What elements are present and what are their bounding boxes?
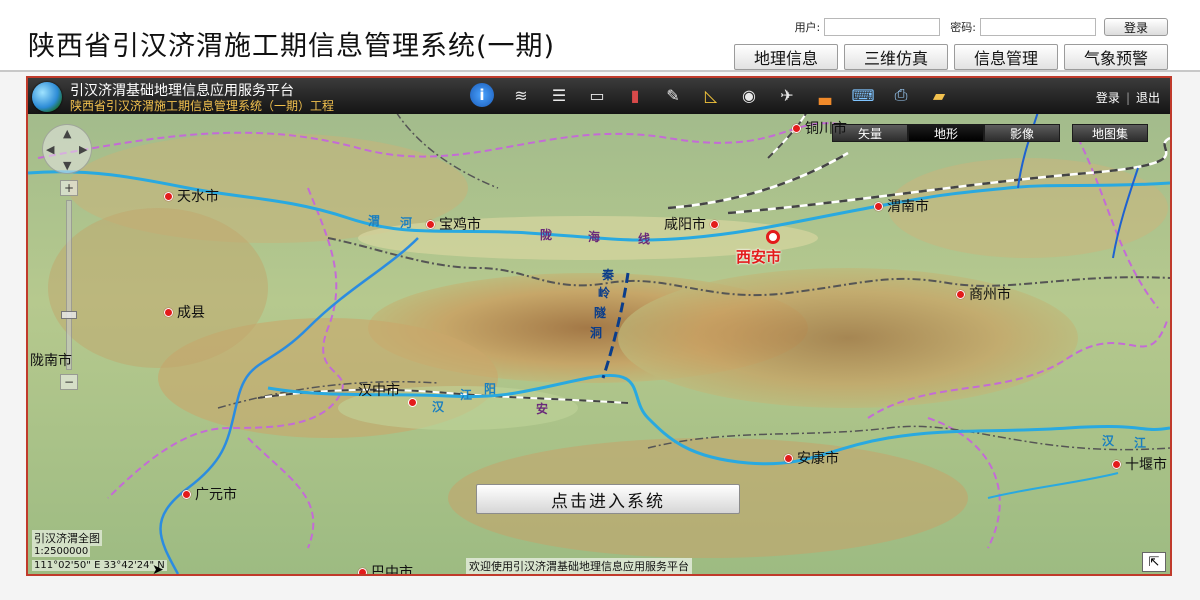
city-bazhong[interactable]: 巴中市 [358,562,413,574]
river-label: 阳 [484,382,497,396]
city-marker-icon [1112,459,1121,469]
city-hanzhong[interactable]: 汉中市 [358,380,400,400]
city-shiyan[interactable]: 十堰市 [1112,454,1167,474]
pan-control[interactable]: ▲ ▼ ◀ ▶ [42,124,92,174]
zoom-slider-handle[interactable] [61,311,77,319]
pan-left-icon[interactable]: ◀ [46,143,54,156]
header: 陕西省引汉济渭施工期信息管理系统(一期) 用户: 密码: 登录 地理信息 三维仿… [0,0,1200,72]
layer-switch: 矢量 地形 影像 [832,124,1060,142]
city-marker-icon [358,567,367,574]
page: 陕西省引汉济渭施工期信息管理系统(一期) 用户: 密码: 登录 地理信息 三维仿… [0,0,1200,600]
expand-icon[interactable]: ⇱ [1142,552,1166,572]
map-collection-button[interactable]: 地图集 [1072,124,1148,142]
map-login-link[interactable]: 登录 [1096,89,1120,106]
mouse-cursor-icon: ➤ [152,562,164,576]
tool-icons: i ≋ ☰ ▭ ▮ ✎ ◺ ◉ ✈ ▃ ⌨ ⎙ ▰ [470,83,952,107]
system-title: 陕西省引汉济渭施工期信息管理系统(一期) [28,31,556,62]
nav-tabs: 地理信息 三维仿真 信息管理 气象预警 [734,44,1168,70]
map-frame: 引汉济渭基础地理信息应用服务平台 陕西省引汉济渭施工期信息管理系统（一期）工程 … [26,76,1172,576]
scale-readout: 1:2500000 [32,546,91,557]
city-xianyang[interactable]: 咸阳市 [664,214,723,234]
welcome-message: 欢迎使用引汉济渭基础地理信息应用服务平台 [466,558,692,574]
layers-icon[interactable]: ≋ [508,83,534,107]
map-logout-link[interactable]: 退出 [1136,89,1160,106]
river-label: 江 [460,388,473,402]
book-icon[interactable]: ▮ [622,83,648,107]
tunnel-label: 岭 [598,286,611,300]
zoom-in-button[interactable]: + [60,180,78,196]
city-marker-icon [792,123,801,133]
tunnel-label: 隧 [594,306,607,320]
tab-geo-info[interactable]: 地理信息 [734,44,838,70]
city-tianshui[interactable]: 天水市 [164,186,219,206]
header-divider [0,70,1200,72]
list-icon[interactable]: ☰ [546,83,572,107]
city-tongchuan[interactable]: 铜川市 [792,118,847,138]
city-marker-icon [164,191,173,201]
user-label: 用户: [794,21,821,34]
aircraft-icon[interactable]: ✈ [774,83,800,107]
platform-subtitle: 陕西省引汉济渭施工期信息管理系统（一期）工程 [70,99,335,113]
tab-info-management[interactable]: 信息管理 [954,44,1058,70]
river-label: 渭 [368,214,381,228]
city-shangzhou[interactable]: 商州市 [956,284,1011,304]
river-label: 江 [1134,436,1147,450]
coordinate-readout: 111°02'50" E 33°42'24" N [32,560,167,571]
overview-map-label[interactable]: 引汉济渭全图 [32,530,102,546]
city-longnan[interactable]: 陇南市 [30,350,72,370]
city-marker-icon [784,453,793,463]
info-icon[interactable]: i [470,83,494,107]
city-guangyuan[interactable]: 广元市 [182,484,237,504]
pan-down-icon[interactable]: ▼ [63,159,71,172]
map-toolbar: 引汉济渭基础地理信息应用服务平台 陕西省引汉济渭施工期信息管理系统（一期）工程 … [28,78,1170,114]
hanzhong-marker-icon [408,398,417,407]
city-chengxian[interactable]: 成县 [164,302,205,322]
city-marker-icon [874,201,883,211]
layer-imagery-button[interactable]: 影像 [984,124,1060,142]
layer-terrain-button[interactable]: 地形 [908,124,984,142]
city-weinan[interactable]: 渭南市 [874,196,929,216]
railway-label: 海 [588,230,601,244]
tunnel-label: 秦 [602,268,615,282]
computer-icon[interactable]: ⌨ [850,83,876,107]
username-input[interactable] [824,18,941,36]
auth-separator: | [1125,90,1130,105]
ruler-icon[interactable]: ◺ [698,83,724,107]
pan-up-icon[interactable]: ▲ [63,127,71,140]
tab-weather-warning[interactable]: 气象预警 [1064,44,1168,70]
login-form: 用户: 密码: 登录 [785,16,1168,38]
city-marker-icon [182,489,191,499]
stamp-icon[interactable]: ▃ [812,83,838,107]
camera-icon[interactable]: ◉ [736,83,762,107]
river-label: 河 [400,216,413,230]
zoom-slider[interactable] [61,200,77,370]
login-button[interactable]: 登录 [1104,18,1168,36]
password-label: 密码: [950,21,976,34]
monitor-icon[interactable]: ▭ [584,83,610,107]
globe-icon [32,82,62,112]
river-label: 汉 [432,400,445,414]
city-ankang[interactable]: 安康市 [784,448,839,468]
river-label: 安 [536,402,549,416]
zoom-out-button[interactable]: − [60,374,78,390]
city-marker-icon [426,219,435,229]
pan-right-icon[interactable]: ▶ [79,143,87,156]
capital-xian[interactable]: 西安市 [736,246,781,267]
pen-icon[interactable]: ✎ [660,83,686,107]
river-label: 汉 [1102,434,1115,448]
capital-marker-icon[interactable] [766,230,780,244]
city-marker-icon [164,307,173,317]
folder-icon[interactable]: ▰ [926,83,952,107]
auth-links: 登录 | 退出 [1096,89,1160,106]
tunnel-label: 洞 [590,326,603,340]
printer-icon[interactable]: ⎙ [888,83,914,107]
city-marker-icon [710,219,719,229]
city-baoji[interactable]: 宝鸡市 [426,214,481,234]
city-marker-icon [956,289,965,299]
railway-label: 陇 [540,228,553,242]
password-input[interactable] [980,18,1096,36]
enter-system-button[interactable]: 点击进入系统 [476,484,740,514]
tab-3d-simulation[interactable]: 三维仿真 [844,44,948,70]
railway-label: 线 [638,232,651,246]
